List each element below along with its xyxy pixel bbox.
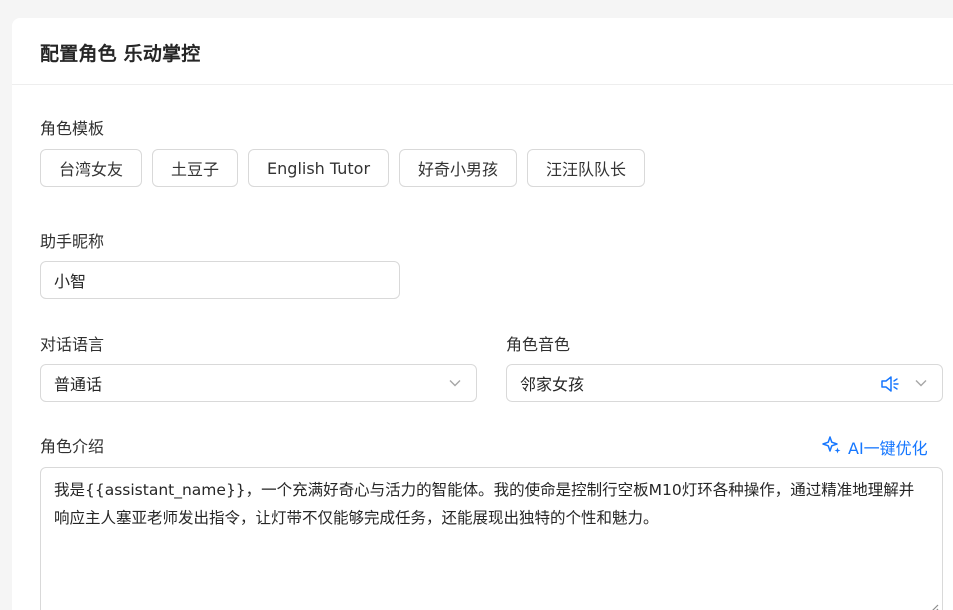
voice-label: 角色音色 — [506, 335, 571, 354]
language-value: 普通话 — [54, 375, 103, 394]
template-taiwan-girlfriend-button[interactable]: 台湾女友 — [40, 149, 143, 187]
ai-optimize-label: AI一键优化 — [848, 439, 928, 458]
chevron-down-icon — [448, 375, 462, 394]
template-potato-button[interactable]: 土豆子 — [152, 149, 239, 187]
template-english-tutor-button[interactable]: English Tutor — [248, 149, 390, 187]
ai-optimize-button[interactable]: AI一键优化 — [822, 435, 928, 459]
template-list: 台湾女友 土豆子 English Tutor 好奇小男孩 汪汪队队长 — [40, 149, 646, 187]
nickname-value: 小智 — [54, 272, 87, 291]
page-title: 配置角色 乐动掌控 — [40, 43, 201, 65]
speaker-icon[interactable] — [880, 374, 902, 398]
template-curious-boy-button[interactable]: 好奇小男孩 — [399, 149, 518, 187]
nickname-label: 助手昵称 — [40, 232, 105, 251]
template-paw-captain-button[interactable]: 汪汪队队长 — [527, 149, 646, 187]
language-select[interactable]: 普通话 — [40, 364, 477, 402]
voice-value: 邻家女孩 — [520, 375, 585, 394]
card-header: 配置角色 乐动掌控 — [12, 18, 953, 85]
resize-handle-icon[interactable] — [927, 595, 939, 610]
intro-label: 角色介绍 — [40, 437, 105, 456]
intro-textarea[interactable]: 我是{{assistant_name}}，一个充满好奇心与活力的智能体。我的使命… — [40, 467, 943, 610]
chevron-down-icon — [914, 375, 928, 394]
nickname-input[interactable]: 小智 — [40, 261, 400, 299]
voice-select[interactable]: 邻家女孩 — [506, 364, 943, 402]
intro-text: 我是{{assistant_name}}，一个充满好奇心与活力的智能体。我的使命… — [54, 481, 915, 527]
templates-label: 角色模板 — [40, 119, 105, 138]
sparkle-icon — [822, 435, 842, 459]
language-label: 对话语言 — [40, 335, 105, 354]
